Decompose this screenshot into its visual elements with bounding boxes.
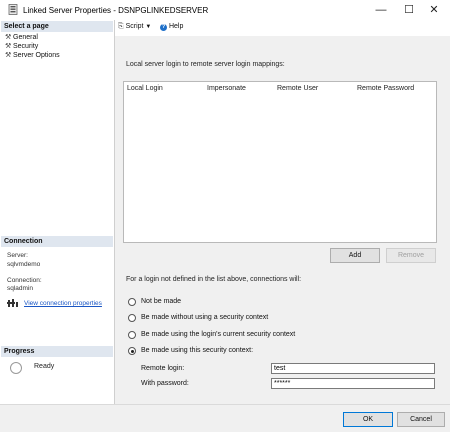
radio-not-be-made[interactable] <box>128 298 136 306</box>
script-icon: ⎘ <box>118 23 124 30</box>
server-label: Server: <box>7 252 28 259</box>
remote-login-label: Remote login: <box>141 365 185 372</box>
sidebar-item-label: Server Options <box>13 52 60 59</box>
ok-button[interactable]: OK <box>343 412 393 427</box>
radio-label-not-be-made[interactable]: Not be made <box>141 298 181 305</box>
sidebar-item-general[interactable]: ⚒ General <box>5 33 38 41</box>
with-password-label: With password: <box>141 380 189 387</box>
remove-button[interactable]: Remove <box>386 248 436 263</box>
radio-label-current-security-context[interactable]: Be made using the login's current securi… <box>141 331 295 338</box>
mappings-label: Local server login to remote server logi… <box>126 61 285 68</box>
column-header-impersonate[interactable]: Impersonate <box>207 85 246 92</box>
script-label: Script <box>125 23 144 30</box>
connection-header: Connection <box>1 236 113 247</box>
progress-status: Ready <box>34 363 55 370</box>
progress-indicator-icon <box>10 362 22 374</box>
sidebar-item-security[interactable]: ⚒ Security <box>5 42 38 50</box>
column-header-remote-password[interactable]: Remote Password <box>357 85 414 92</box>
select-page-header: Select a page <box>1 21 113 32</box>
help-button[interactable]: ? Help <box>160 23 183 31</box>
cancel-button[interactable]: Cancel <box>397 412 445 427</box>
script-button[interactable]: ⎘ Script ▼ <box>118 23 151 31</box>
with-password-input[interactable]: ****** <box>271 378 435 389</box>
wrench-icon: ⚒ <box>5 52 12 59</box>
server-properties-icon <box>8 4 18 15</box>
help-label: Help <box>168 23 184 30</box>
radio-current-security-context[interactable] <box>128 331 136 339</box>
maximize-button[interactable]: ☐ <box>395 2 423 18</box>
login-mappings-grid[interactable] <box>123 81 437 243</box>
radio-label-this-security-context[interactable]: Be made using this security context: <box>141 347 253 354</box>
view-connection-link[interactable]: View connection properties <box>24 300 102 307</box>
connection-properties-icon <box>7 299 18 307</box>
undefined-login-label: For a login not defined in the list abov… <box>126 276 302 283</box>
wrench-icon: ⚒ <box>5 34 12 41</box>
close-button[interactable]: ✕ <box>420 2 448 18</box>
chevron-down-icon: ▼ <box>145 24 152 30</box>
radio-without-security-context[interactable] <box>128 314 136 322</box>
minimize-button[interactable]: — <box>367 2 395 18</box>
progress-header: Progress <box>1 346 113 357</box>
connection-label: Connection: <box>7 277 42 284</box>
radio-this-security-context[interactable] <box>128 347 136 355</box>
sidebar-item-label: General <box>13 34 38 41</box>
column-header-local-login[interactable]: Local Login <box>127 85 163 92</box>
add-button[interactable]: Add <box>330 248 380 263</box>
remote-login-input[interactable]: test <box>271 363 435 374</box>
column-header-remote-user[interactable]: Remote User <box>277 85 318 92</box>
connection-value: sqladmin <box>7 285 34 292</box>
sidebar-item-server-options[interactable]: ⚒ Server Options <box>5 51 60 59</box>
title-bar: Linked Server Properties - DSNPGLINKEDSE… <box>0 0 450 20</box>
sidebar-item-label: Security <box>13 43 39 50</box>
help-icon: ? <box>160 24 167 31</box>
radio-label-without-security-context[interactable]: Be made without using a security context <box>141 314 268 321</box>
window-title: Linked Server Properties - DSNPGLINKEDSE… <box>23 6 209 15</box>
wrench-icon: ⚒ <box>5 43 12 50</box>
server-value: sqlvmdemo <box>7 261 41 268</box>
